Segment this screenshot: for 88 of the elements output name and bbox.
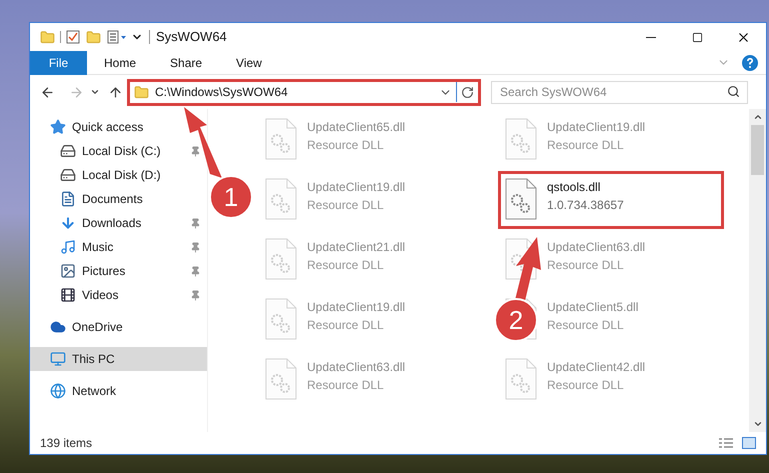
film-icon [60, 287, 76, 303]
sidebar-item[interactable]: OneDrive [30, 315, 207, 339]
cloud-icon [50, 319, 66, 335]
search-field[interactable]: Search SysWOW64 [491, 80, 748, 104]
sidebar-label: Videos [82, 287, 118, 304]
sidebar-label: Network [72, 383, 116, 400]
gear-file-icon [265, 178, 297, 220]
file-name: UpdateClient21.dll [307, 239, 406, 256]
file-name: qstools.dll [547, 179, 602, 196]
minimize-icon [646, 36, 656, 38]
help-icon[interactable] [742, 54, 758, 70]
sidebar-label: Quick access [72, 119, 144, 136]
file-detail: Resource DLL [547, 137, 625, 154]
file-detail: Resource DLL [307, 197, 385, 214]
gear-file-icon [265, 238, 297, 280]
file-detail: Resource DLL [307, 257, 385, 274]
file-name: UpdateClient63.dll [547, 239, 646, 256]
star-icon [50, 119, 66, 135]
refresh-icon[interactable] [461, 86, 474, 98]
sidebar-item[interactable]: Videos [30, 283, 207, 307]
scrollbar[interactable] [749, 109, 766, 432]
up-button[interactable] [108, 84, 123, 100]
file-name: UpdateClient19.dll [307, 179, 406, 196]
checklist-icon[interactable] [66, 30, 80, 44]
file-name: UpdateClient19.dll [547, 119, 646, 136]
file-detail: Resource DLL [307, 137, 385, 154]
gear-file-icon [505, 178, 537, 220]
back-button[interactable] [40, 84, 55, 100]
drive-icon [60, 143, 76, 159]
item-count: 139 items [40, 435, 92, 452]
sidebar-item[interactable]: Local Disk (D:) [30, 163, 207, 187]
ribbon-tab[interactable]: View [223, 50, 275, 74]
gear-file-icon [265, 358, 297, 400]
drive-icon [60, 167, 76, 183]
sidebar-item[interactable]: Quick access [30, 115, 207, 139]
scroll-down-icon[interactable] [752, 419, 762, 429]
gear-file-icon [265, 298, 297, 340]
file-detail: Resource DLL [547, 377, 625, 394]
picture-icon [60, 263, 76, 279]
sidebar-item[interactable]: Documents [30, 187, 207, 211]
file-detail: Resource DLL [547, 257, 625, 274]
monitor-icon [50, 351, 66, 367]
file-name: UpdateClient65.dll [307, 119, 406, 136]
window-title: SysWOW64 [156, 28, 227, 46]
sidebar-label: Local Disk (D:) [82, 167, 161, 184]
highlighted-file-item[interactable]: qstools.dll 1.0.734.38657 [498, 171, 724, 229]
address-bar[interactable]: C:\Windows\SysWOW64 [127, 78, 481, 106]
sidebar-label: Music [82, 239, 114, 256]
file-detail: 1.0.734.38657 [547, 197, 624, 214]
file-detail: Resource DLL [547, 317, 625, 334]
ribbon-tab[interactable]: Home [91, 50, 150, 74]
file-name: UpdateClient19.dll [307, 299, 406, 316]
file-tab[interactable]: File [30, 50, 87, 74]
address-path: C:\Windows\SysWOW64 [155, 84, 288, 101]
search-icon [727, 85, 740, 98]
sidebar-label: Documents [82, 191, 143, 208]
scrollbar-thumb[interactable] [751, 125, 764, 175]
gear-file-icon [265, 118, 297, 160]
sidebar-label: Pictures [82, 263, 126, 280]
sidebar-item[interactable]: This PC [30, 347, 207, 371]
download-icon [60, 215, 76, 231]
ribbon-tab[interactable]: Share [157, 50, 216, 74]
sidebar-item[interactable]: Music [30, 235, 207, 259]
folder-icon [134, 84, 149, 100]
gear-file-icon [505, 118, 537, 160]
sidebar-item[interactable]: Local Disk (C:) [30, 139, 207, 163]
recent-locations-icon[interactable] [90, 87, 100, 97]
network-icon [50, 383, 66, 399]
file-detail: Resource DLL [307, 317, 385, 334]
sidebar-label: Downloads [82, 215, 142, 232]
sidebar-item[interactable]: Pictures [30, 259, 207, 283]
sidebar-label: Local Disk (C:) [82, 143, 161, 160]
sidebar-label: This PC [72, 351, 115, 368]
sidebar-item[interactable]: Network [30, 379, 207, 403]
gear-file-icon [505, 358, 537, 400]
file-detail: Resource DLL [307, 377, 385, 394]
details-view-icon[interactable] [718, 437, 734, 449]
music-note-icon [60, 239, 76, 255]
properties-icon[interactable] [107, 30, 127, 44]
file-name: UpdateClient5.dll [547, 299, 638, 316]
file-name: UpdateClient63.dll [307, 359, 406, 376]
maximize-icon [692, 32, 702, 42]
scroll-up-icon[interactable] [752, 112, 762, 122]
sidebar-label: OneDrive [72, 319, 123, 336]
large-icons-view-icon[interactable] [742, 437, 756, 449]
sidebar-item[interactable]: Downloads [30, 211, 207, 235]
document-icon [60, 191, 76, 207]
file-name: UpdateClient42.dll [547, 359, 646, 376]
